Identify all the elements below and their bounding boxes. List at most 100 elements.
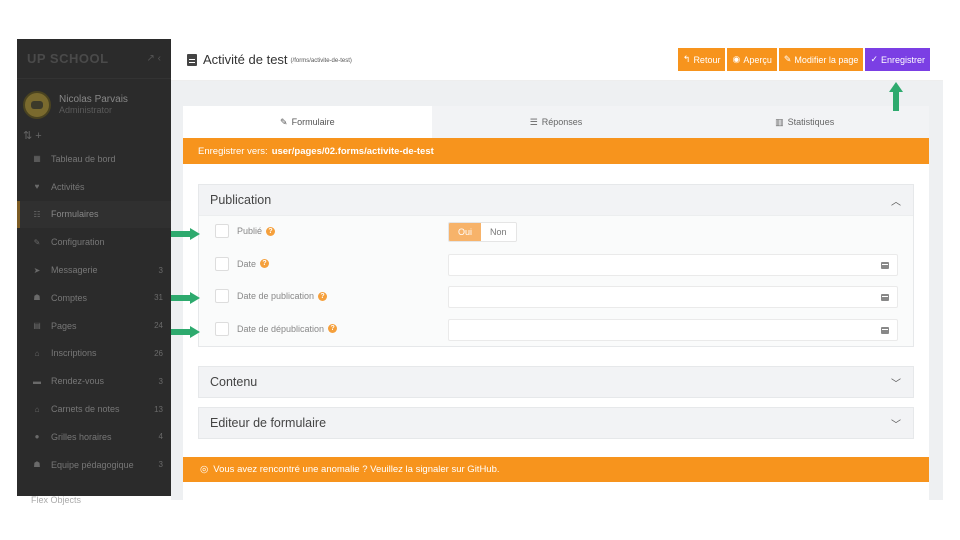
- publish-date-input[interactable]: [448, 286, 898, 308]
- tab-reponses[interactable]: ☰ Réponses: [431, 106, 681, 138]
- help-icon[interactable]: ?: [318, 291, 328, 301]
- sidebar-item-badge: 3: [158, 265, 163, 275]
- sidebar-item[interactable]: ➤ Messagerie 3: [17, 256, 171, 284]
- date-input[interactable]: [448, 253, 898, 276]
- sidebar-item[interactable]: ▤ Pages 24: [17, 312, 171, 340]
- toggle-no[interactable]: Non: [481, 223, 516, 241]
- sidebar-item[interactable]: ☗ Comptes 31: [17, 284, 171, 312]
- calendar-icon[interactable]: [881, 261, 889, 269]
- github-report-text: Vous avez rencontré une anomalie ? Veuil…: [213, 464, 500, 475]
- save-path-prefix: Enregistrer vers:: [198, 145, 268, 157]
- github-report-bar[interactable]: ◎ Vous avez rencontré une anomalie ? Veu…: [183, 457, 929, 482]
- published-label: Publié: [237, 226, 263, 236]
- field-label: Date?: [237, 258, 270, 269]
- publication-header[interactable]: Publication ︿: [199, 185, 913, 215]
- page-route: (/forms/activite-de-test): [290, 58, 352, 64]
- external-link-icon[interactable]: ↗ ‹: [147, 53, 162, 64]
- sidebar-item-icon: ☷: [33, 209, 41, 219]
- calendar-icon[interactable]: [881, 326, 889, 334]
- annotation-arrow: [171, 326, 201, 338]
- save-path: user/pages/02.forms/activite-de-test: [271, 145, 434, 157]
- file-icon: [187, 53, 197, 66]
- date-label: Date: [237, 258, 257, 269]
- unpublish-date-checkbox[interactable]: [215, 321, 229, 336]
- sidebar-item-badge: 26: [154, 348, 163, 358]
- sidebar-item[interactable]: ▬ Rendez-vous 3: [17, 367, 171, 395]
- user-role: Administrator: [59, 105, 113, 115]
- field-label: Date de publication?: [237, 291, 328, 301]
- sidebar-item-label: Comptes: [51, 292, 88, 303]
- calendar-icon[interactable]: [881, 294, 889, 301]
- save-button[interactable]: ✓ Enregistrer: [865, 48, 930, 71]
- logo[interactable]: UP SCHOOL: [27, 51, 109, 66]
- user-name: Nicolas Parvais: [59, 94, 128, 105]
- preview-button[interactable]: ◉ Aperçu: [727, 48, 777, 71]
- help-icon[interactable]: ?: [260, 259, 270, 268]
- sidebar-item-flex-objects[interactable]: Flex Objects: [17, 496, 171, 506]
- sidebar-item-label: Configuration: [51, 237, 105, 248]
- sidebar-item-label: Pages: [51, 320, 77, 331]
- sidebar-item-icon: ▤: [33, 321, 41, 331]
- sidebar-item-icon: ⌂: [34, 404, 40, 414]
- sidebar-item-badge: 4: [158, 432, 163, 442]
- pencil-icon: ✎: [783, 54, 792, 64]
- sidebar-item-icon: ▬: [33, 376, 41, 386]
- field-label: Date de dépublication?: [237, 324, 338, 334]
- page-title: Activité de test: [203, 52, 288, 67]
- sidebar-item-icon: ➤: [33, 265, 41, 275]
- sidebar-item-label: Carnets de notes: [51, 404, 120, 415]
- field-published: Publié? Oui Non: [199, 216, 913, 249]
- sidebar-item-badge: 3: [158, 376, 163, 386]
- sidebar-item[interactable]: ☷ Formulaires: [17, 200, 171, 229]
- sidebar-item-icon: ☗: [33, 460, 41, 470]
- publication-section: Publication ︿ Publié? Oui Non Date? Date…: [198, 184, 914, 347]
- tab-label: Réponses: [541, 117, 583, 127]
- help-icon[interactable]: ?: [328, 324, 338, 333]
- publication-body: Publié? Oui Non Date? Date de publicatio…: [199, 215, 913, 346]
- eye-icon: ◉: [732, 54, 741, 64]
- form-panel: ✎ Formulaire ☰ Réponses ▥ Statistiques Enre…: [183, 106, 930, 500]
- content-header[interactable]: Contenu ﹀: [199, 367, 913, 397]
- sidebar-item[interactable]: ⌂ Carnets de notes 13: [17, 395, 171, 423]
- annotation-arrow: [171, 228, 201, 240]
- form-editor-header[interactable]: Editeur de formulaire ﹀: [199, 408, 913, 438]
- chevron-down-icon: ﹀: [891, 419, 901, 431]
- sidebar-item-label: Formulaires: [51, 209, 99, 220]
- chevron-down-icon: ﹀: [891, 378, 901, 390]
- annotation-arrow: [171, 292, 201, 304]
- sidebar-tools[interactable]: ⇅ +: [17, 125, 171, 145]
- section-title: Publication: [210, 193, 272, 207]
- toggle-yes[interactable]: Oui: [449, 223, 482, 241]
- tab-label: Formulaire: [291, 117, 335, 127]
- tab-formulaire[interactable]: ✎ Formulaire: [183, 106, 432, 138]
- sidebar-item[interactable]: ⌂ Inscriptions 26: [17, 340, 171, 368]
- sidebar-item[interactable]: ♥ Activités: [17, 173, 171, 201]
- date-checkbox[interactable]: [215, 256, 229, 271]
- pencil-icon: ✎: [280, 116, 288, 127]
- published-checkbox[interactable]: [215, 224, 229, 238]
- sidebar-item-icon: ⌂: [34, 348, 40, 358]
- unpublish-date-input[interactable]: [448, 318, 898, 341]
- page-header: Activité de test (/forms/activite-de-tes…: [171, 39, 943, 81]
- sidebar-item[interactable]: ✎ Configuration: [17, 228, 171, 256]
- sidebar-item[interactable]: ☗ Equipe pédagogique 3: [17, 451, 171, 479]
- back-button[interactable]: ↰ Retour: [677, 48, 726, 71]
- sidebar-item[interactable]: ● Grilles horaires 4: [17, 423, 171, 451]
- list-icon: ☰: [529, 116, 538, 127]
- field-label: Publié?: [237, 226, 276, 236]
- sidebar-item-label: Equipe pédagogique: [51, 459, 134, 470]
- help-icon[interactable]: ?: [266, 226, 276, 236]
- user-profile[interactable]: Nicolas Parvais Administrator: [17, 79, 171, 125]
- sidebar-item-badge: 24: [154, 321, 163, 331]
- back-button-label: Retour: [693, 54, 721, 65]
- published-toggle: Oui Non: [448, 222, 517, 242]
- sidebar: UP SCHOOL ↗ ‹ Nicolas Parvais Administra…: [17, 39, 171, 496]
- section-title: Editeur de formulaire: [210, 416, 327, 430]
- field-date: Date?: [199, 249, 913, 282]
- edit-page-button[interactable]: ✎ Modifier la page: [778, 48, 864, 71]
- sidebar-item[interactable]: ▦ Tableau de bord: [17, 145, 171, 173]
- form-editor-section: Editeur de formulaire ﹀: [198, 407, 914, 439]
- publish-date-checkbox[interactable]: [215, 289, 229, 303]
- avatar: [23, 91, 51, 119]
- tab-bar: ✎ Formulaire ☰ Réponses ▥ Statistiques: [183, 106, 930, 138]
